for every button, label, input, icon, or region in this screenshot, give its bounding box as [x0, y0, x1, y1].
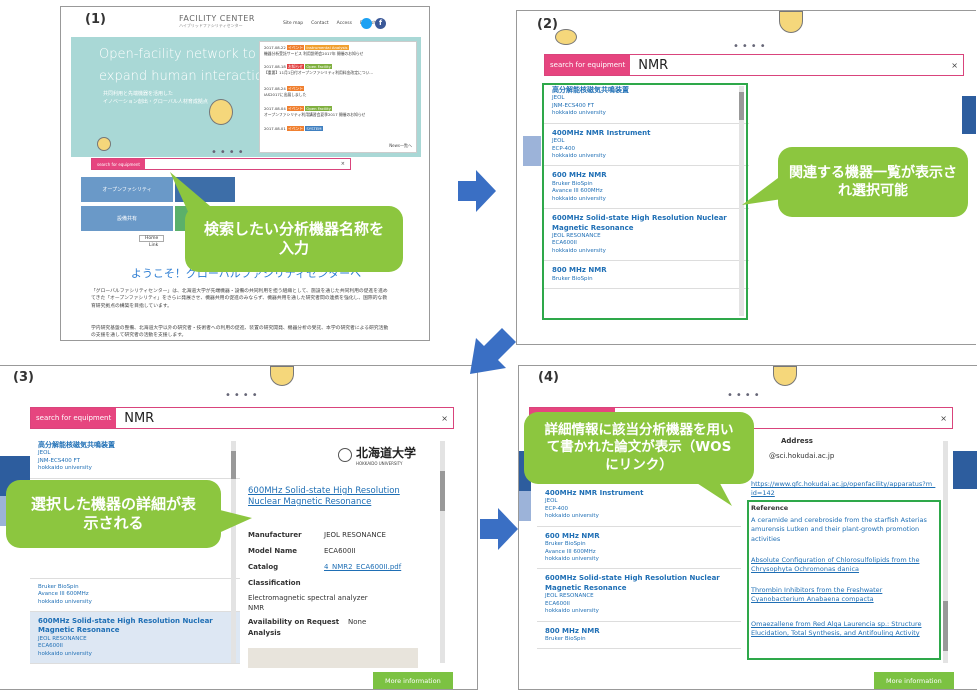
- intro-paragraph: 「グローバルファシリティセンター」は、北海道大学が先端機器・設備の共同利用を担う…: [91, 289, 388, 309]
- step-label-3: (3): [13, 370, 34, 385]
- step-label-1: (1): [85, 12, 106, 27]
- search-input[interactable]: NMR: [116, 411, 441, 426]
- carousel-dots[interactable]: ••••: [733, 41, 769, 52]
- result-item[interactable]: 600 MHz NMR Bruker BioSpin Avance III 600M…: [537, 527, 741, 570]
- mascot-icon-top: [773, 366, 797, 386]
- result-item[interactable]: 高分解能核磁気共鳴装置 JEOL JNM-ECS400 FT hokkaido uni…: [30, 436, 240, 479]
- detail-model: Model Name ECA600II: [248, 547, 356, 555]
- detail-email: @sci.hokudai.ac.jp: [769, 452, 835, 460]
- mascot-icon: [209, 99, 233, 125]
- catalog-link[interactable]: 4_NMR2_ECA600II.pdf: [324, 563, 401, 571]
- more-information-button[interactable]: More information: [373, 672, 453, 689]
- university-emblem-icon: [338, 448, 352, 462]
- result-item[interactable]: 600MHz Solid-state High Resolution Nucle…: [537, 569, 741, 622]
- nav-access[interactable]: Access: [337, 21, 352, 26]
- search-label: search for equipment: [92, 159, 145, 169]
- tile-open-facility[interactable]: オープンファシリティ: [81, 177, 173, 202]
- search-clear-button[interactable]: ×: [940, 414, 952, 423]
- callout-pointer-icon: [170, 172, 210, 216]
- panel-1-homepage: (1) FACILITY CENTER ハイブリッドファシリティセンター Sit…: [60, 6, 430, 341]
- step-label-4: (4): [538, 370, 559, 385]
- university-logo: 北海道大学 HOKKAIDO UNIVERSITY: [338, 444, 416, 466]
- callout-panel-3: 選択した機器の詳細が表示される: [6, 480, 221, 548]
- mascot-icon: [555, 29, 577, 45]
- carousel-dots[interactable]: ••••: [225, 390, 261, 401]
- carousel-dots[interactable]: ••••: [211, 147, 247, 158]
- arrow-right-icon: [458, 170, 496, 212]
- detail-scrollbar[interactable]: [943, 441, 948, 663]
- result-item-selected[interactable]: 600MHz Solid-state High Resolution Nucle…: [30, 611, 240, 665]
- result-item[interactable]: 800 MHz NMRBruker BioSpin: [30, 664, 240, 668]
- twitter-icon[interactable]: [361, 18, 372, 29]
- mascot-icon-small: [97, 137, 111, 151]
- search-clear-button[interactable]: ×: [951, 61, 963, 70]
- hero-jp-1: 共同利用と先端機器を活用した: [103, 91, 174, 97]
- step-label-2: (2): [537, 17, 558, 32]
- facebook-icon[interactable]: f: [375, 18, 386, 29]
- search-input[interactable]: NMR: [630, 58, 951, 73]
- background-tile: [962, 96, 976, 134]
- logo-text: FACILITY CENTER: [179, 14, 255, 23]
- equipment-photo: [248, 648, 418, 668]
- search-bar[interactable]: search for equipment NMR ×: [544, 54, 964, 76]
- news-item[interactable]: 2017.08.01 イベント SYSTEM: [264, 126, 323, 132]
- hero-line-2: expand human interaction.: [99, 69, 276, 84]
- references-highlight-box: [747, 500, 941, 660]
- results-scrollbar[interactable]: [231, 441, 236, 663]
- news-item[interactable]: 2017.08.22 イベント Instrumental Analysis 機器分…: [264, 45, 363, 58]
- background-tile: [523, 136, 541, 166]
- callout-panel-2: 関連する機器一覧が表示され選択可能: [778, 147, 968, 217]
- hero-jp-2: イノベーション創出・グローバル人材育成拠点: [103, 99, 208, 105]
- news-box: 2017.08.22 イベント Instrumental Analysis 機器分…: [259, 41, 417, 153]
- search-bar[interactable]: search for equipment NMR ×: [30, 407, 454, 429]
- background-tile: [953, 451, 977, 489]
- intro-paragraph-2: 学内研究基盤の整備、北海道大学以外の研究者・技術者への利用の促進、装置の研究開発…: [91, 326, 389, 339]
- logo-subtext: ハイブリッドファシリティセンター: [179, 23, 243, 28]
- tile-equipment-share[interactable]: 設備共有: [81, 206, 173, 231]
- detail-address-label: Address: [781, 437, 813, 445]
- background-tile: [519, 491, 531, 521]
- callout-panel-4: 詳細情報に該当分析機器を用いて書かれた論文が表示（WOSにリンク）: [524, 412, 754, 484]
- detail-catalog: Catalog 4_NMR2_ECA600II.pdf: [248, 563, 402, 571]
- search-label: search for equipment: [31, 408, 117, 428]
- facility-logo: FACILITY CENTER ハイブリッドファシリティセンター: [179, 14, 255, 29]
- detail-classification-value-2: NMR: [248, 604, 265, 612]
- callout-pointer-icon: [686, 476, 732, 506]
- results-list[interactable]: 400MHz NMR Instrument JEOL ECP-400 hokkaido…: [537, 484, 741, 669]
- more-information-button[interactable]: More information: [874, 672, 954, 689]
- search-label: search for equipment: [545, 55, 631, 75]
- detail-manufacturer: Manufacturer JEOL RESONANCE: [248, 531, 386, 539]
- callout-pointer-icon: [742, 175, 782, 205]
- results-list[interactable]: 高分解能核磁気共鳴装置 JEOL JNM-ECS400 FT hokkaido uni…: [30, 436, 240, 668]
- tab-link[interactable]: Link: [149, 243, 158, 248]
- detail-classification-value: Electromagnetic spectral analyzer: [248, 594, 368, 602]
- mascot-icon-top: [270, 366, 294, 386]
- news-item[interactable]: 2017.08.18 お知らせ Open Facility 【重要】11月1日付オ…: [264, 64, 373, 77]
- detail-scrollbar[interactable]: [440, 441, 445, 663]
- news-more-link[interactable]: News一覧へ: [389, 143, 412, 149]
- carousel-dots[interactable]: ••••: [727, 390, 763, 401]
- search-clear-button[interactable]: ×: [341, 161, 350, 167]
- search-clear-button[interactable]: ×: [441, 414, 453, 423]
- callout-pointer-icon: [212, 508, 252, 536]
- arrow-right-icon: [480, 508, 518, 550]
- detail-availability: Availability on Request Analysis None: [248, 618, 367, 637]
- tab-home[interactable]: Home: [139, 235, 165, 242]
- detail-pane: 北海道大学 HOKKAIDO UNIVERSITY 600MHz Solid-s…: [248, 436, 448, 668]
- result-item[interactable]: Bruker BioSpin Avance III 600MHz hokkaido …: [30, 579, 240, 612]
- detail-url-link[interactable]: https://www.gfc.hokudai.ac.jp/openfacili…: [751, 480, 936, 498]
- news-item[interactable]: 2017.08.04 イベント Open Facility オープンファシリティ利…: [264, 106, 365, 119]
- detail-classification: Classification: [248, 579, 301, 587]
- news-item[interactable]: 2017.08.24 イベント IAS2017に出展しました: [264, 86, 306, 99]
- detail-title[interactable]: 600MHz Solid-state High Resolution Nucle…: [248, 486, 418, 508]
- nav-contact[interactable]: Contact: [311, 21, 329, 26]
- search-bar[interactable]: search for equipment ×: [91, 158, 351, 170]
- results-highlight-box: [542, 83, 748, 320]
- hero-line-1: Open-facility network to: [99, 47, 256, 62]
- arrow-down-left-icon: [470, 328, 516, 374]
- mascot-icon-top: [779, 11, 803, 33]
- nav-sitemap[interactable]: Site map: [283, 21, 303, 26]
- result-item[interactable]: 800 MHz NMRBruker BioSpin: [537, 622, 741, 650]
